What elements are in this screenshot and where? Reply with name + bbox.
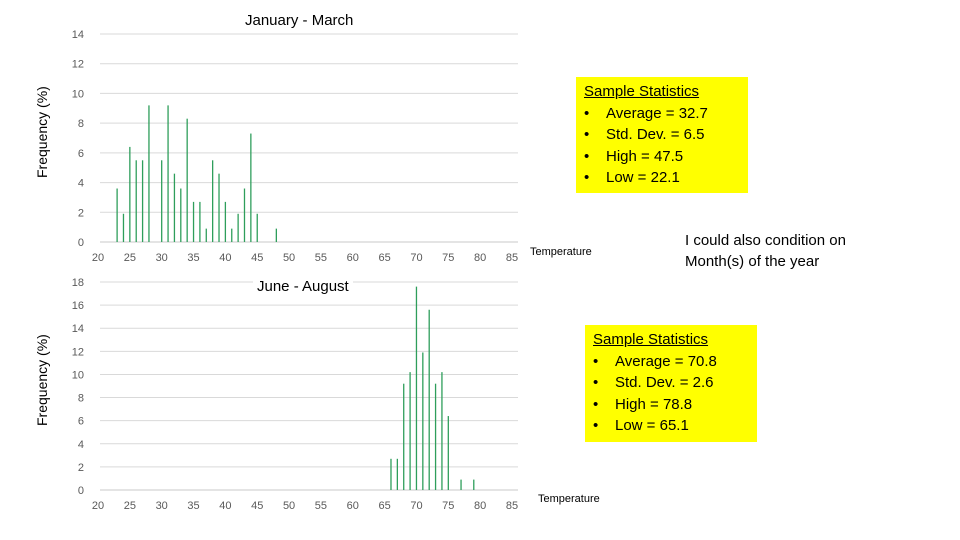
note-line-2: Month(s) of the year: [685, 253, 820, 270]
y-tick-label: 8: [78, 393, 84, 405]
x-tick-label: 30: [156, 500, 168, 512]
stats-box-jun-aug: Sample Statistics • Average = 70.8 • Std. …: [585, 325, 757, 442]
x-tick-label: 70: [410, 500, 422, 512]
x-tick-label: 50: [283, 500, 295, 512]
y-tick-label: 0: [78, 237, 84, 249]
y-tick-label: 12: [72, 59, 84, 71]
x-tick-label: 85: [506, 500, 518, 512]
stats-item: • Average = 32.7: [584, 104, 708, 122]
y-tick-label: 8: [78, 118, 84, 130]
x-tick-label: 35: [187, 252, 199, 264]
x-tick-label: 85: [506, 252, 518, 264]
x-tick-label: 60: [347, 500, 359, 512]
y-tick-label: 14: [72, 29, 84, 41]
stats-item: • Low = 22.1: [584, 169, 680, 186]
chart-jan-mar-xlabel: Temperature: [530, 246, 592, 258]
x-tick-label: 80: [474, 252, 486, 264]
y-tick-label: 6: [78, 416, 84, 428]
chart-jun-aug: 0 2 4 6 8 10 12 14 16 18 20 25 30 35 40 45 50 55 60 65 70 75 8…: [72, 277, 518, 512]
y-tick-label: 18: [72, 277, 84, 289]
chart-jan-mar-title: January - March: [241, 12, 358, 29]
x-tick-label: 25: [124, 252, 136, 264]
y-tick-label: 10: [72, 88, 84, 100]
y-tick-label: 10: [72, 369, 84, 381]
y-tick-label: 16: [72, 300, 84, 312]
x-tick-label: 55: [315, 500, 327, 512]
y-tick-label: 6: [78, 148, 84, 160]
y-tick-label: 2: [78, 462, 84, 474]
x-tick-label: 75: [442, 500, 454, 512]
note-line-1: I could also condition on: [685, 232, 846, 249]
stats-box-jan-mar: Sample Statistics • Average = 32.7 • Std. …: [576, 77, 748, 193]
stats-item: • Low = 65.1: [593, 417, 689, 434]
x-tick-label: 40: [219, 252, 231, 264]
x-tick-label: 65: [378, 252, 390, 264]
stats-item: • High = 78.8: [593, 395, 693, 413]
chart-jun-aug-ylabel: Frequency (%): [34, 334, 50, 426]
stats-item: • Std. Dev. = 6.5: [584, 126, 705, 143]
x-tick-label: 60: [347, 252, 359, 264]
y-tick-label: 0: [78, 485, 84, 497]
x-tick-label: 75: [442, 252, 454, 264]
x-tick-label: 30: [156, 252, 168, 264]
stats-item: • High = 47.5: [584, 147, 684, 165]
stats-heading: Sample Statistics: [584, 83, 700, 100]
x-tick-label: 45: [251, 500, 263, 512]
y-tick-label: 4: [78, 178, 84, 190]
y-tick-label: 12: [72, 346, 84, 358]
stats-heading: Sample Statistics: [593, 331, 709, 348]
x-tick-label: 25: [124, 500, 136, 512]
x-tick-label: 65: [378, 500, 390, 512]
x-tick-label: 20: [92, 500, 104, 512]
y-tick-label: 2: [78, 207, 84, 219]
chart-jun-aug-xlabel: Temperature: [538, 493, 600, 505]
chart-jan-mar: 0 2 4 6 8 10 12 14 20 25 30 35 40 45 50 55 60 65 70 75 80 85: [72, 29, 518, 264]
chart-jan-mar-ylabel: Frequency (%): [34, 86, 50, 178]
x-tick-label: 80: [474, 500, 486, 512]
y-tick-label: 4: [78, 439, 84, 451]
x-tick-label: 70: [410, 252, 422, 264]
x-tick-label: 40: [219, 500, 231, 512]
x-tick-label: 35: [187, 500, 199, 512]
condition-note: I could also condition on Month(s) of th…: [685, 230, 846, 272]
y-tick-label: 14: [72, 323, 84, 335]
x-tick-label: 50: [283, 252, 295, 264]
x-tick-label: 55: [315, 252, 327, 264]
x-tick-label: 45: [251, 252, 263, 264]
stats-item: • Average = 70.8: [593, 352, 717, 370]
chart-jun-aug-title: June - August: [253, 278, 353, 295]
x-tick-label: 20: [92, 252, 104, 264]
stats-item: • Std. Dev. = 2.6: [593, 374, 714, 391]
